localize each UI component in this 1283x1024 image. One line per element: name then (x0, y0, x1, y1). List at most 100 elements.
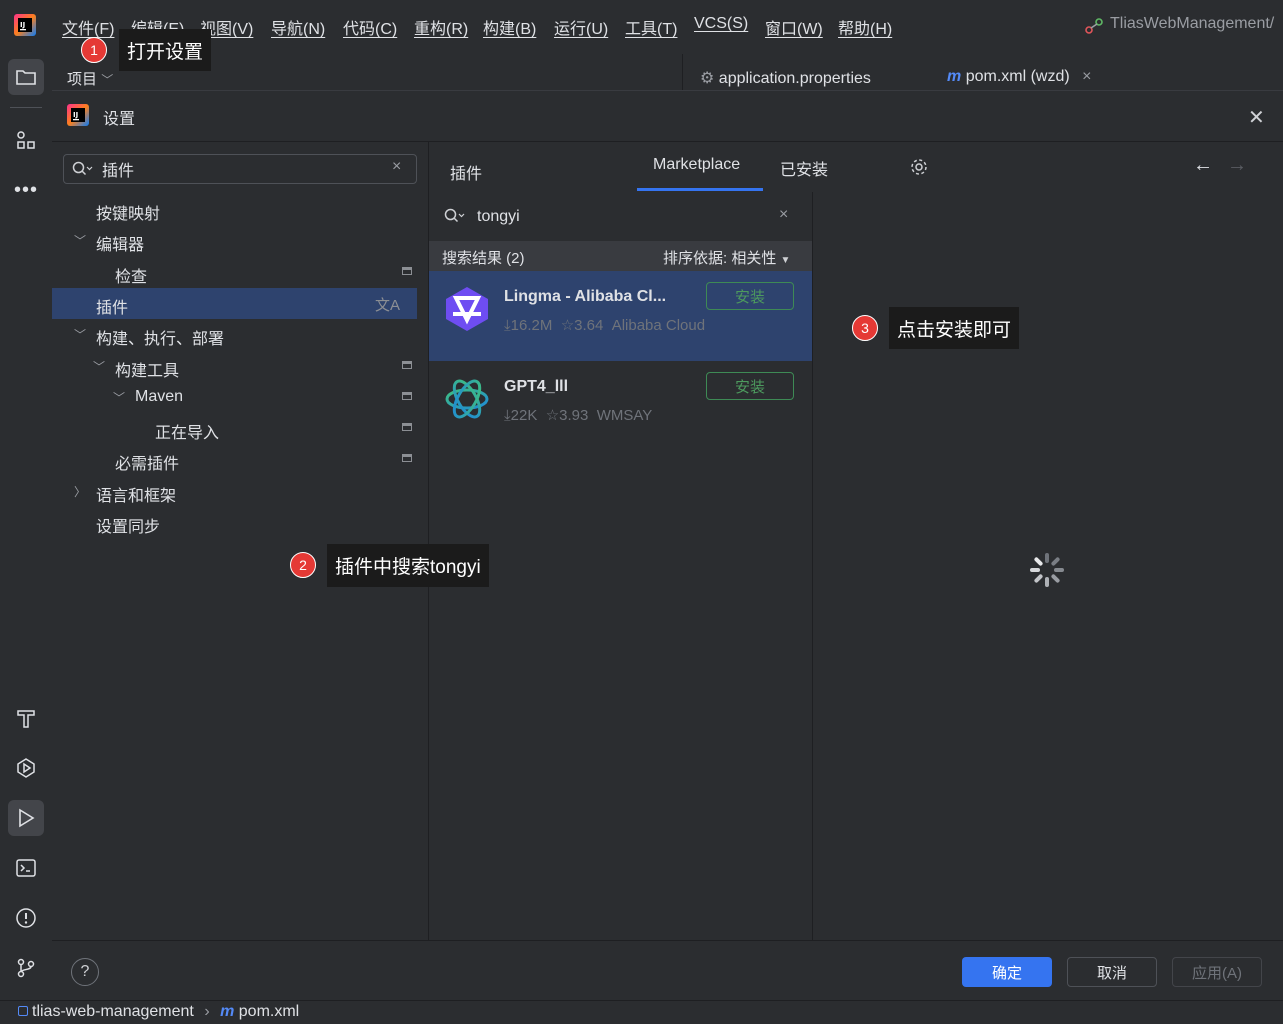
menu-build[interactable]: 构建(B) (483, 15, 536, 39)
project-level-icon (402, 391, 412, 400)
chevron-down-icon[interactable]: ﹀ (93, 358, 105, 375)
maven-m-icon: m (220, 1003, 235, 1020)
menu-help[interactable]: 帮助(H) (838, 15, 892, 39)
apply-button[interactable]: 应用(A) (1172, 957, 1262, 987)
svg-text:IJ: IJ (73, 111, 78, 119)
tree-item-settings-sync[interactable]: 设置同步 (52, 507, 417, 538)
run-icon (19, 808, 35, 828)
plugin-row-gpt4-lll[interactable]: GPT4_lll ⤓22K ☆3.93 WMSAY 安装 (429, 361, 812, 451)
tree-item-label: 构建、执行、部署 (96, 331, 225, 349)
status-bar: tlias-web-management › m pom.xml (0, 1000, 1283, 1024)
menu-code[interactable]: 代码(C) (343, 15, 397, 39)
menu-vcs[interactable]: VCS(S) (694, 15, 748, 33)
settings-dialog: IJ 设置 ✕ × 按键映射 ﹀ 编辑器检查插件文A ﹀ 构建、执行、部署 ﹀ 构建工具 ﹀ M… (52, 90, 1283, 1002)
maven-m-icon: m (947, 68, 962, 85)
install-button[interactable]: 安装 (706, 282, 794, 310)
close-tab-icon[interactable]: × (1082, 68, 1091, 85)
ide-header: 项目 ﹀ ⚙ application.properties m pom.xml … (52, 50, 1283, 90)
menu-navigate[interactable]: 导航(N) (271, 15, 325, 39)
project-view-label[interactable]: 项目 ﹀ (67, 68, 113, 89)
editor-tab-pom-xml[interactable]: m pom.xml (wzd) × (947, 68, 1092, 86)
chevron-down-icon[interactable]: ﹀ (113, 389, 125, 406)
clear-search-icon[interactable]: × (392, 158, 401, 176)
annotation-callout-1: 打开设置 (119, 29, 212, 71)
services-tool-button[interactable] (8, 750, 44, 786)
svg-text:IJ: IJ (20, 21, 25, 29)
git-tool-button[interactable] (8, 950, 44, 986)
tab-installed[interactable]: 已安装 (780, 156, 828, 180)
plugin-search-field[interactable]: × (429, 192, 812, 240)
menu-tools[interactable]: 工具(T) (625, 15, 677, 39)
clear-search-icon[interactable]: × (779, 206, 788, 224)
tree-item-label: 正在导入 (155, 425, 220, 443)
settings-search-field[interactable]: × (63, 154, 417, 184)
tree-item-label: 按键映射 (96, 206, 161, 223)
tree-item-languages-frameworks[interactable]: 〉语言和框架 (52, 476, 417, 507)
module-icon (18, 1006, 28, 1016)
menu-refactor[interactable]: 重构(R) (414, 15, 468, 39)
project-level-icon (402, 454, 412, 463)
more-tools-button[interactable]: ••• (8, 172, 44, 208)
translate-icon: 文A (375, 296, 401, 314)
tree-item-label: 构建工具 (115, 362, 180, 380)
lingma-logo-icon (446, 287, 488, 331)
cancel-button[interactable]: 取消 (1067, 957, 1157, 987)
settings-search-input[interactable] (100, 158, 384, 180)
forward-arrow-icon[interactable]: → (1227, 154, 1247, 177)
terminal-tool-button[interactable] (8, 850, 44, 886)
menu-run[interactable]: 运行(U) (554, 15, 608, 39)
tree-item-importing[interactable]: 正在导入 (52, 413, 417, 444)
structure-icon (17, 131, 35, 149)
editor-tab-application-properties[interactable]: ⚙ application.properties (700, 68, 871, 88)
tree-item-inspections[interactable]: 检查 (52, 257, 417, 288)
tab-marketplace[interactable]: Marketplace (653, 156, 740, 174)
tree-item-plugins[interactable]: 插件 文A (52, 287, 417, 319)
chevron-right-icon[interactable]: 〉 (74, 483, 86, 500)
chevron-down-icon[interactable]: ﹀ (74, 232, 86, 249)
tree-item-editor[interactable]: ﹀ 编辑器 (52, 225, 417, 256)
annotation-badge-1: 1 (81, 37, 107, 63)
intellij-logo-icon[interactable]: IJ (14, 14, 36, 36)
dialog-button-bar: ? 确定 取消 应用(A) (52, 940, 1283, 1002)
download-icon: ⤓ (504, 407, 511, 424)
run-tool-button[interactable] (8, 800, 44, 836)
project-tool-button[interactable] (8, 59, 44, 95)
ok-button[interactable]: 确定 (962, 957, 1052, 987)
plugin-name: GPT4_lll (504, 378, 569, 395)
pane-divider (682, 54, 683, 90)
active-tab-indicator (637, 188, 763, 191)
structure-tool-button[interactable] (8, 122, 44, 158)
tree-item-label: 编辑器 (96, 237, 145, 255)
settings-tree-pane: × 按键映射 ﹀ 编辑器检查插件 文A ﹀ 构建、执行、部署 ﹀ 构建工具 ﹀ Maven 正在导入… (52, 142, 428, 940)
annotation-badge-2: 2 (290, 552, 316, 578)
problems-tool-button[interactable] (8, 900, 44, 936)
loading-spinner-icon (1030, 553, 1064, 587)
install-button[interactable]: 安装 (706, 372, 794, 400)
gear-icon[interactable] (909, 157, 929, 177)
tree-item-label: Maven (135, 387, 184, 405)
menu-window[interactable]: 窗口(W) (765, 15, 823, 39)
chevron-down-icon[interactable]: ﹀ (74, 326, 86, 343)
back-arrow-icon[interactable]: ← (1193, 154, 1213, 177)
tree-item-keymap[interactable]: 按键映射 (52, 194, 417, 225)
close-icon[interactable]: ✕ (1248, 105, 1265, 130)
tree-item-build-tools[interactable]: ﹀ 构建工具 (52, 351, 417, 382)
build-tool-button[interactable] (8, 700, 44, 736)
tree-item-maven[interactable]: ﹀ Maven (52, 382, 417, 413)
menu-file[interactable]: 文件(F) (62, 15, 114, 39)
help-button[interactable]: ? (71, 958, 99, 986)
services-icon (17, 758, 35, 778)
plugin-detail-pane (813, 192, 1283, 940)
tree-item-label: 语言和框架 (96, 487, 177, 505)
more-icon: ••• (13, 178, 38, 201)
plugin-search-input[interactable] (475, 204, 759, 230)
hammer-icon (17, 710, 35, 728)
tree-item-build-exec-deploy[interactable]: ﹀ 构建、执行、部署 (52, 319, 417, 350)
git-branch-icon (17, 958, 35, 978)
dialog-title-bar: IJ 设置 ✕ (52, 91, 1283, 142)
project-level-icon (402, 360, 412, 369)
plugin-row-lingma[interactable]: Lingma - Alibaba Cl... ⤓16.2M ☆3.64 Alib… (429, 271, 812, 361)
sort-dropdown[interactable]: 排序依据: 相关性 ▼ (663, 247, 790, 268)
tree-item-required-plugins[interactable]: 必需插件 (52, 444, 417, 475)
dropdown-arrow-icon: ▼ (780, 255, 791, 266)
